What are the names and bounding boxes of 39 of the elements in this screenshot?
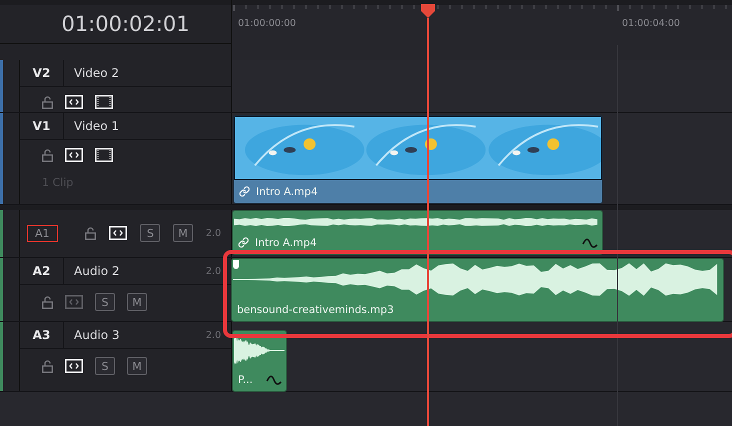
curve-icon[interactable]: [266, 375, 282, 386]
track-name[interactable]: Video 1: [64, 119, 231, 133]
video-clip[interactable]: Intro A.mp4: [233, 115, 603, 204]
channel-format: 2.0: [206, 330, 221, 340]
audio-clip[interactable]: bensound-creativeminds.mp3: [231, 258, 724, 322]
mute-button[interactable]: M: [127, 293, 147, 311]
clip-name: P...: [238, 374, 253, 386]
track-badge[interactable]: A1: [27, 224, 58, 242]
lock-icon[interactable]: [42, 96, 53, 108]
clip-name: Intro A.mp4: [256, 186, 318, 198]
lock-icon[interactable]: [42, 360, 53, 372]
lock-icon[interactable]: [85, 226, 96, 240]
audio-clip[interactable]: P...: [232, 330, 287, 392]
track-name[interactable]: Audio 2: [64, 264, 206, 278]
ruler-label: 01:00:00:00: [238, 18, 296, 29]
film-icon[interactable]: [95, 95, 113, 109]
channel-format: 2.0: [206, 228, 221, 238]
lock-icon[interactable]: [42, 148, 53, 162]
solo-button[interactable]: S: [95, 293, 115, 311]
clip-name: bensound-creativeminds.mp3: [237, 304, 394, 316]
marker-icon[interactable]: [233, 260, 239, 269]
ruler-label: 01:00:04:00: [622, 18, 680, 29]
solo-button[interactable]: S: [140, 224, 160, 242]
lock-icon[interactable]: [42, 296, 53, 308]
mute-button[interactable]: M: [173, 224, 193, 242]
track-badge[interactable]: V1: [20, 113, 64, 139]
clip-name: Intro A.mp4: [255, 236, 317, 248]
track-badge[interactable]: A2: [20, 258, 64, 284]
curve-icon[interactable]: [582, 238, 598, 249]
playhead-icon[interactable]: [420, 4, 436, 18]
track-name[interactable]: Video 2: [64, 66, 231, 80]
film-icon[interactable]: [95, 148, 113, 162]
track-badge[interactable]: A3: [20, 322, 64, 348]
audio-clip[interactable]: Intro A.mp4: [232, 210, 603, 255]
mute-button[interactable]: M: [127, 357, 147, 375]
solo-button[interactable]: S: [95, 357, 115, 375]
channel-format: 2.0: [206, 266, 221, 276]
track-name[interactable]: Audio 3: [64, 328, 206, 342]
track-badge[interactable]: V2: [20, 60, 64, 86]
